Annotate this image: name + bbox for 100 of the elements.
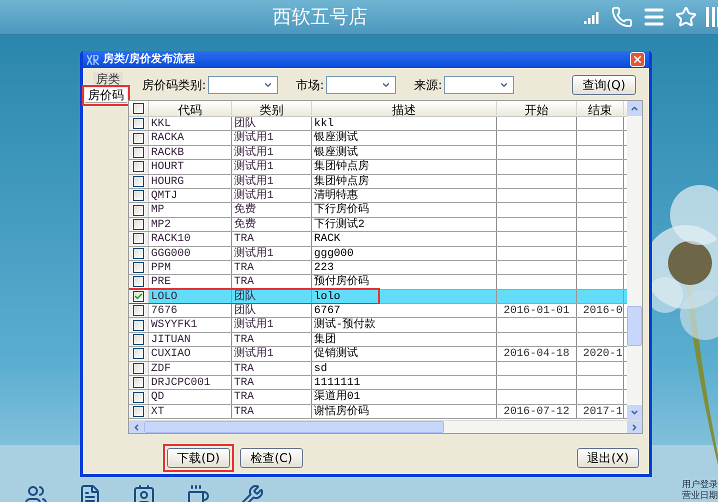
contact-card-icon[interactable] [132,484,156,502]
table-row[interactable]: DRJCPC001 TRA 1111111 [129,376,627,390]
code-cell: XT [151,406,164,418]
table-row[interactable]: MP2 免费 下行测试2 [129,218,627,232]
checkbox[interactable] [133,118,144,130]
type-cell: TRA [234,262,254,274]
date-cell: 2016-04-18 [503,348,570,360]
checkbox[interactable] [133,204,144,216]
checkbox[interactable] [133,218,144,230]
checkbox[interactable] [133,161,144,172]
table-row[interactable]: WSYYFK1 测试用1 测试-预付款 [129,318,627,333]
filter-dropdown[interactable] [208,76,278,94]
table-row[interactable]: HOURT 测试用1 集团钟点房 [129,160,627,175]
table-row[interactable]: QD TRA 渠道用01 [129,390,627,405]
side-tab[interactable]: 房价码 [85,88,127,103]
code-cell: WSYYFK1 [151,319,198,332]
filter-dropdown[interactable] [444,76,514,94]
column-header[interactable]: 代码 [149,101,232,116]
type-cell: 测试用1 [234,132,274,144]
filter-dropdown[interactable] [326,76,396,94]
scroll-down-icon[interactable] [630,408,639,417]
scroll-up-icon[interactable] [630,104,639,113]
checkbox[interactable] [133,248,144,259]
info-label: 营业日期 [682,491,718,502]
checkbox[interactable] [133,132,144,144]
download-button[interactable]: 下载(D) [167,448,230,468]
table-row[interactable]: ZDF TRA sd [129,362,627,376]
checkbox[interactable] [133,276,144,288]
code-cell: CUXIAO [151,348,191,360]
scroll-thumb[interactable] [627,306,642,346]
checkbox[interactable] [133,262,144,274]
type-cell: 团队 [234,118,256,130]
column-header[interactable]: 开始 [497,101,577,116]
column-header[interactable]: 结束 [577,101,624,116]
wrench-icon[interactable] [240,484,264,502]
table-row[interactable]: JITUAN TRA 集团 [129,332,627,348]
checkbox[interactable] [133,146,144,158]
checkbox[interactable] [133,320,144,331]
table-row[interactable]: GGG000 测试用1 ggg000 [129,246,627,261]
type-cell: 团队 [234,305,256,318]
horizontal-scrollbar[interactable] [129,420,642,433]
table-row[interactable]: LOLO 团队 lolo [129,290,627,304]
description-cell: 223 [314,262,334,274]
checkbox[interactable] [133,392,144,403]
checkbox[interactable] [133,377,144,388]
checkbox[interactable] [133,406,144,417]
date-cell: 2016-0 [583,305,623,318]
table-row[interactable]: RACKB 测试用1 银座测试 [129,146,627,160]
users-icon[interactable] [24,484,48,502]
checkbox[interactable] [133,362,144,374]
dialog-title: 房类/房价发布流程 [103,51,196,68]
description-cell: 6767 [314,305,340,318]
table-row[interactable]: CUXIAO 测试用1 促销测试 2016-04-18 2020-1 [129,347,627,362]
table-row[interactable]: PRE TRA 预付房价码 [129,275,627,290]
scroll-left-icon[interactable] [132,422,141,432]
checkbox[interactable] [133,290,144,302]
close-button[interactable] [630,52,645,67]
table-row[interactable]: RACK10 TRA RACK [129,232,627,247]
columns-icon[interactable] [706,7,718,27]
checkbox[interactable] [133,305,144,316]
description-cell: 集团 [314,334,336,346]
scroll-thumb[interactable] [144,421,444,433]
checkbox[interactable] [133,176,144,187]
checkbox[interactable] [133,103,144,114]
code-cell: DRJCPC001 [151,377,210,390]
filter-label: 房价码类别: [142,77,206,94]
side-tab[interactable]: 房类 [93,72,123,86]
exit-button[interactable]: 退出(X) [577,448,639,468]
description-cell: 1111111 [314,377,360,390]
table-row[interactable]: RACKA 测试用1 银座测试 [129,131,627,146]
star-icon[interactable] [675,6,697,28]
table-row[interactable]: MP 免费 下行房价码 [129,203,627,218]
checkbox[interactable] [133,190,144,202]
description-cell: 下行测试2 [314,218,365,231]
table-row[interactable]: PPM TRA 223 [129,260,627,276]
type-cell: 测试用1 [234,190,274,202]
document-icon[interactable] [78,484,102,502]
table-row[interactable]: XT TRA 谢恬房价码 2016-07-12 2017-1 [129,404,627,420]
table-row[interactable]: 7676 团队 6767 2016-01-01 2016-0 [129,304,627,318]
table-row[interactable]: HOURG 测试用1 集团钟点房 [129,174,627,189]
vertical-scrollbar[interactable] [627,101,642,420]
date-cell: 2016-01-01 [503,305,570,318]
check-button[interactable]: 检查(C) [240,448,303,468]
phone-icon[interactable] [611,6,633,28]
column-header[interactable]: 类别 [232,101,312,116]
checkbox[interactable] [133,334,144,346]
type-cell: TRA [234,276,254,288]
checkbox[interactable] [133,348,144,360]
code-cell: PPM [151,262,171,274]
checkbox[interactable] [133,233,144,244]
description-cell: lolo [314,290,340,303]
type-cell: TRA [234,362,254,375]
coffee-cup-icon[interactable] [186,484,210,502]
scroll-right-icon[interactable] [630,422,639,432]
date-cell: 2016-07-12 [503,406,570,418]
table-row[interactable]: KKL 团队 kkl [129,117,627,132]
type-cell: TRA [234,391,254,404]
table-row[interactable]: QMTJ 测试用1 清明特惠 [129,188,627,204]
column-header[interactable]: 描述 [312,101,497,116]
query-button[interactable]: 查询(Q) [572,75,636,95]
